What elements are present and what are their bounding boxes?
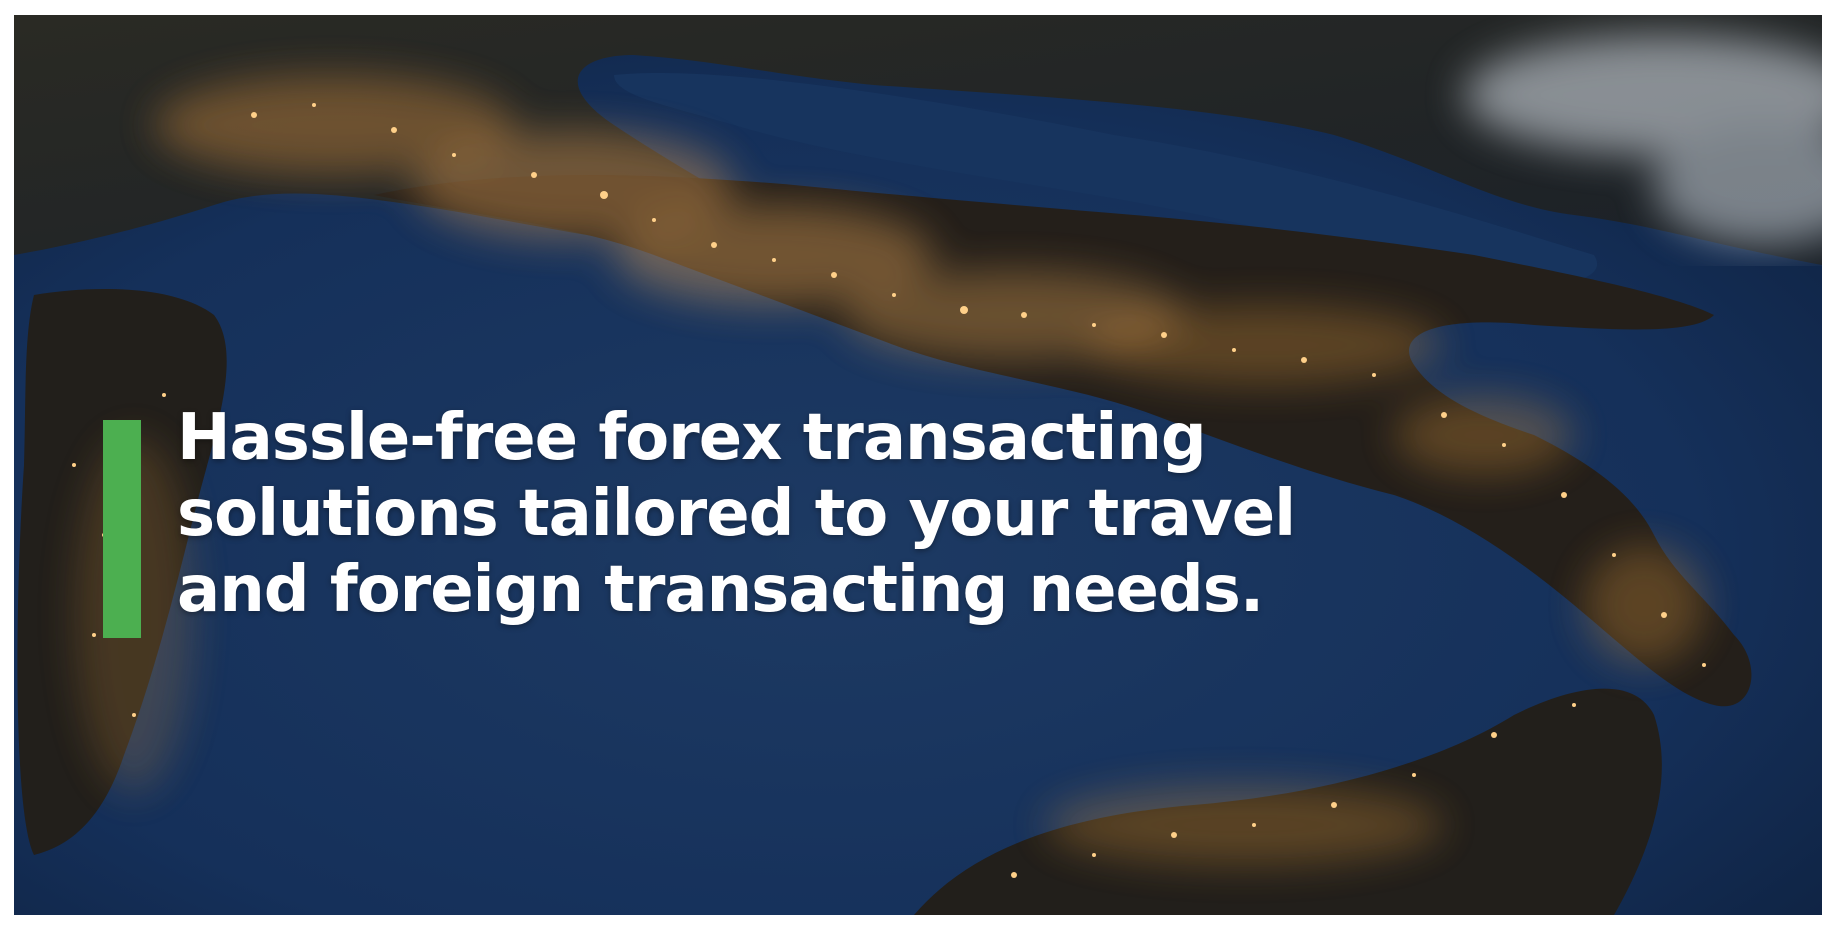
- hero-headline: Hassle-free forex transacting solutions …: [177, 401, 1296, 627]
- hero-banner: Hassle-free forex transacting solutions …: [14, 15, 1822, 915]
- accent-bar: [103, 420, 141, 638]
- page: Hassle-free forex transacting solutions …: [0, 0, 1837, 930]
- hero-content: Hassle-free forex transacting solutions …: [103, 400, 1437, 638]
